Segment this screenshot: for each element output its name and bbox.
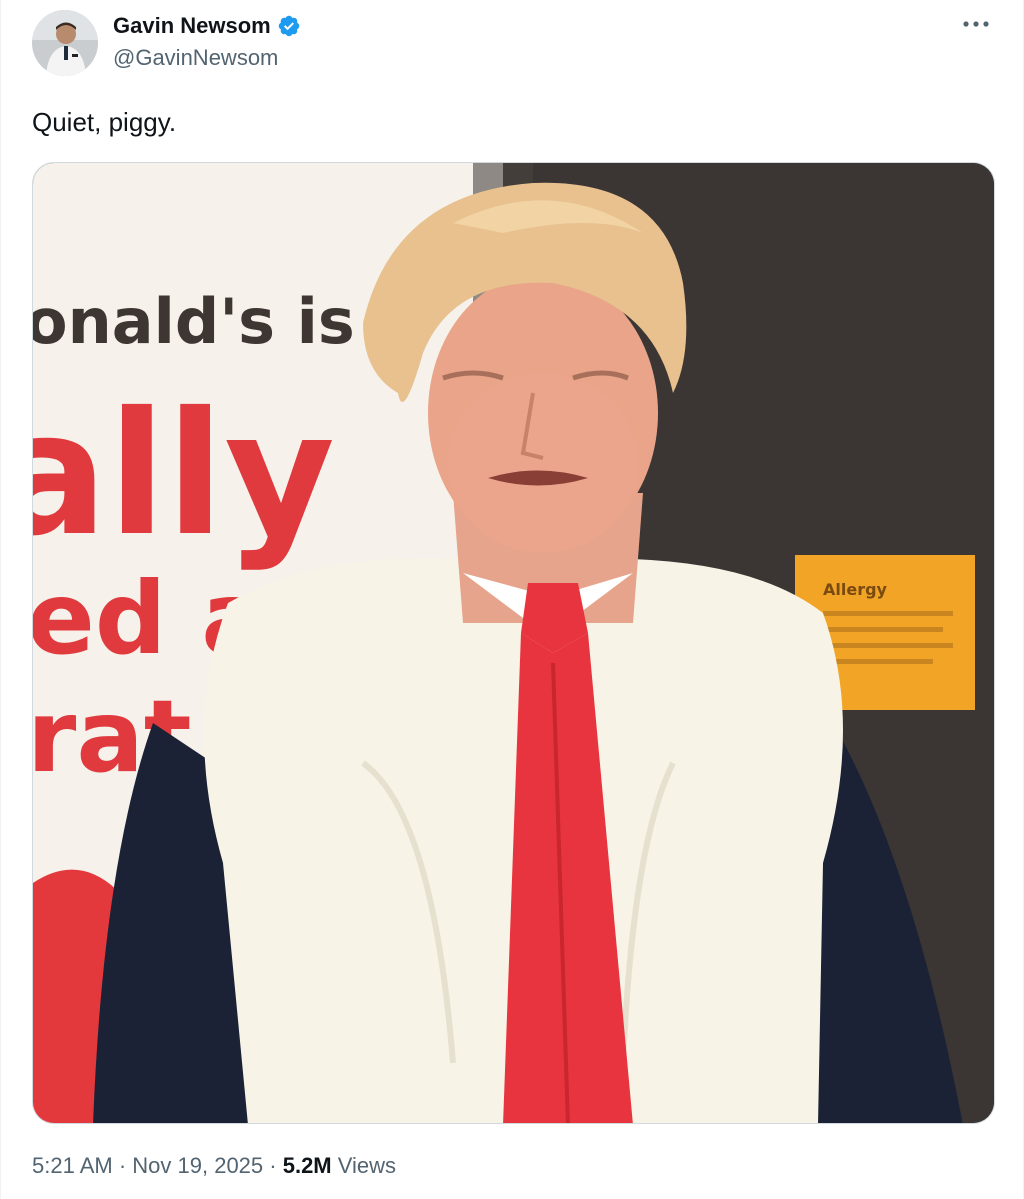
meta-separator: · <box>263 1153 283 1178</box>
tweet-meta: 5:21 AM · Nov 19, 2025 · 5.2M Views <box>32 1153 396 1179</box>
name-row: Gavin Newsom <box>113 12 301 40</box>
views-label: Views <box>331 1153 397 1178</box>
meta-separator: · <box>112 1153 133 1178</box>
author-handle[interactable]: @GavinNewsom <box>113 45 301 71</box>
sign-line-2: ally <box>33 376 335 574</box>
more-horizontal-icon <box>963 21 989 27</box>
notice-text: Allergy <box>823 580 888 599</box>
tweet-card: Gavin Newsom @GavinNewsom Quiet, piggy. <box>0 0 1024 1199</box>
tweet-time[interactable]: 5:21 AM <box>32 1153 113 1179</box>
tweet-media-photo[interactable]: onald's is ally ed a rat Allergy <box>32 162 995 1124</box>
verified-badge-icon[interactable] <box>277 14 301 38</box>
tweet-date[interactable]: Nov 19, 2025 <box>132 1153 263 1179</box>
author-display-name[interactable]: Gavin Newsom <box>113 13 271 39</box>
photo-illustration: onald's is ally ed a rat Allergy <box>33 163 994 1123</box>
sign-line-1: onald's is <box>33 285 355 358</box>
avatar-photo-icon <box>32 10 98 76</box>
author-info: Gavin Newsom @GavinNewsom <box>113 12 301 71</box>
more-options-button[interactable] <box>959 10 993 38</box>
tweet-text: Quiet, piggy. <box>32 107 177 137</box>
views-count: 5.2M <box>282 1153 332 1178</box>
author-avatar[interactable] <box>32 10 98 76</box>
